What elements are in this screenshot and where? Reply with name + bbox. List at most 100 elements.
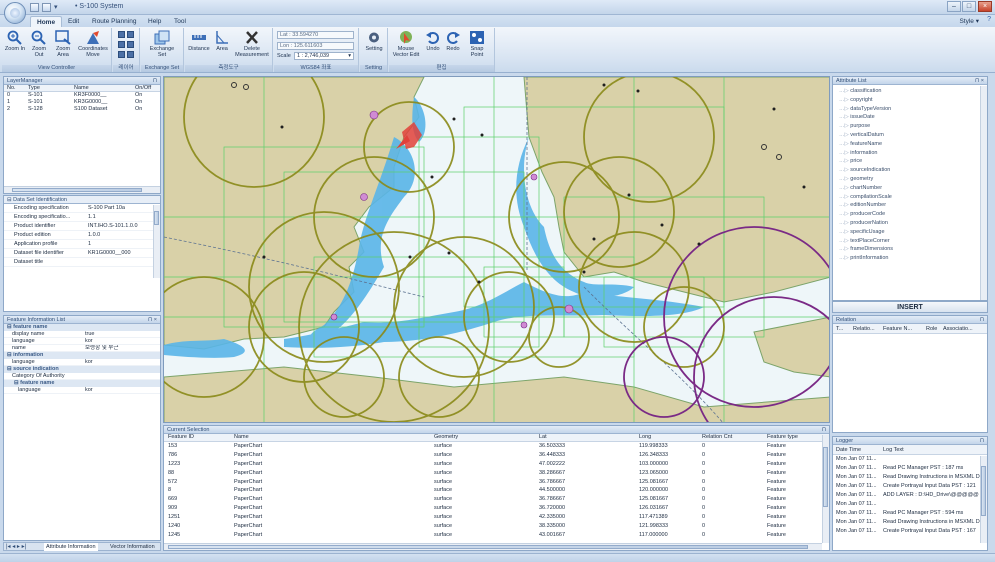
- exchange-set-button[interactable]: Exchange Set: [147, 30, 177, 64]
- dataset-vscrollbar[interactable]: [153, 205, 160, 278]
- style-menu[interactable]: Style ▾: [959, 17, 979, 25]
- zoom-area-button[interactable]: Zoom Area: [52, 30, 74, 64]
- attribute-item[interactable]: …▷ price: [833, 157, 987, 166]
- feature-section-label: source indication: [13, 366, 59, 372]
- attribute-item[interactable]: …▷ producerCode: [833, 210, 987, 219]
- layer-check-icon[interactable]: [118, 41, 125, 48]
- selection-row[interactable]: 1240 PaperChart surface 38.335000 121.998333…: [164, 522, 829, 531]
- close-panel-icon[interactable]: ⊓ ×: [975, 77, 984, 85]
- layer-hscrollbar[interactable]: [4, 186, 160, 193]
- zoom-in-button[interactable]: Zoom In: [4, 30, 26, 64]
- attribute-item[interactable]: …▷ purpose: [833, 122, 987, 131]
- layer-row[interactable]: 0 S-101 KR3F0000__ On: [4, 92, 160, 99]
- selection-row[interactable]: 153 PaperChart surface 36.503333 119.998333 0…: [164, 442, 829, 451]
- selection-vscrollbar[interactable]: [822, 435, 829, 543]
- attribute-item[interactable]: …▷ classification: [833, 87, 987, 96]
- tree-branch-icon: …▷: [839, 105, 851, 112]
- tab-vector-information[interactable]: Vector Information: [110, 543, 155, 551]
- feature-section[interactable]: ⊟ feature name: [4, 380, 160, 387]
- pin-icon[interactable]: ⊓: [980, 437, 984, 445]
- layer-save-icon[interactable]: [127, 51, 134, 58]
- scale-select[interactable]: 1 : 2,746,039 ▾: [294, 52, 354, 60]
- selection-cell: 1240: [168, 523, 181, 530]
- layer-grid-icon[interactable]: [127, 41, 134, 48]
- layer-icon[interactable]: [118, 31, 125, 38]
- layer-row[interactable]: 2 S-128 S100 Dataset On: [4, 106, 160, 113]
- maximize-button[interactable]: □: [962, 1, 976, 12]
- setting-button[interactable]: Setting: [363, 30, 385, 64]
- feature-section[interactable]: ⊟ feature name: [4, 324, 160, 331]
- attribute-item[interactable]: …▷ verticalDatum: [833, 131, 987, 140]
- pin-icon[interactable]: ⊓: [980, 316, 984, 324]
- distance-button[interactable]: Distance: [187, 30, 211, 64]
- tab-edit[interactable]: Edit: [62, 16, 85, 27]
- selection-row[interactable]: 909 PaperChart surface 36.720000 126.031667 0…: [164, 504, 829, 513]
- layer-remove-icon[interactable]: [127, 31, 134, 38]
- selection-row[interactable]: 1251 PaperChart surface 42.335000 117.471389…: [164, 513, 829, 522]
- selection-cell: surface: [434, 523, 453, 530]
- help-icon[interactable]: ?: [987, 16, 991, 23]
- pin-icon[interactable]: ⊓: [822, 426, 826, 434]
- mouse-vector-edit-button[interactable]: Mouse Vector Edit: [391, 30, 421, 64]
- selection-row[interactable]: 88 PaperChart surface 38.286667 123.065000 0 F…: [164, 469, 829, 478]
- selection-hscrollbar[interactable]: [164, 543, 822, 550]
- attribute-item[interactable]: …▷ dataTypeVersion: [833, 105, 987, 114]
- selection-row[interactable]: 8 PaperChart surface 44.500000 120.000000 0 Fe…: [164, 486, 829, 495]
- attribute-item[interactable]: …▷ frameDimensions: [833, 245, 987, 254]
- selection-cell: 44.500000: [539, 487, 565, 494]
- zoom-out-button[interactable]: Zoom Out: [28, 30, 50, 64]
- attribute-item[interactable]: …▷ featureName: [833, 140, 987, 149]
- attribute-item[interactable]: …▷ copyright: [833, 96, 987, 105]
- delete-measurement-button[interactable]: Delete Measurement: [233, 30, 271, 64]
- attribute-item[interactable]: …▷ printInformation: [833, 254, 987, 263]
- layer-cell: 0: [7, 92, 11, 98]
- selection-cell: surface: [434, 460, 453, 467]
- selection-row[interactable]: 786 PaperChart surface 36.448333 126.348333 0…: [164, 451, 829, 460]
- attribute-vscrollbar[interactable]: [980, 86, 987, 300]
- attribute-item[interactable]: …▷ information: [833, 149, 987, 158]
- attribute-item[interactable]: …▷ issueDate: [833, 113, 987, 122]
- tab-route-planning[interactable]: Route Planning: [86, 16, 142, 27]
- layer-row[interactable]: 1 S-101 KR3G0000__ On: [4, 99, 160, 106]
- save-icon[interactable]: [30, 3, 39, 12]
- layer-list-icon[interactable]: [118, 51, 125, 58]
- tab-tool[interactable]: Tool: [168, 16, 192, 27]
- attribute-item[interactable]: …▷ specificUsage: [833, 228, 987, 237]
- logger-vscrollbar[interactable]: [980, 456, 987, 543]
- attribute-item[interactable]: …▷ geometry: [833, 175, 987, 184]
- application-menu-button[interactable]: [4, 2, 26, 24]
- attribute-item[interactable]: …▷ textPlaceCorner: [833, 237, 987, 246]
- selection-cell: surface: [434, 514, 453, 521]
- insert-button[interactable]: INSERT: [832, 301, 988, 313]
- attribute-item[interactable]: …▷ chartNumber: [833, 184, 987, 193]
- selection-row[interactable]: 669 PaperChart surface 36.786667 125.081667 0…: [164, 495, 829, 504]
- redo-button[interactable]: Redo: [444, 30, 462, 64]
- close-panel-icon[interactable]: ⊓ ×: [148, 316, 157, 324]
- snap-point-button[interactable]: Snap Point: [465, 30, 489, 64]
- tab-attribute-information[interactable]: Attribute Information: [44, 543, 98, 551]
- chart-map-view[interactable]: [163, 76, 830, 423]
- tab-nav-arrows[interactable]: |◂ ◂ ▸ ▸|: [6, 543, 26, 551]
- attribute-item[interactable]: …▷ producerNation: [833, 219, 987, 228]
- selection-row[interactable]: 1245 PaperChart surface 43.001667 117.000000…: [164, 531, 829, 540]
- qat-dropdown-icon[interactable]: ▾: [54, 3, 58, 11]
- attribute-item[interactable]: …▷ sourceIndication: [833, 166, 987, 175]
- selection-row[interactable]: 572 PaperChart surface 36.786667 125.081667 0…: [164, 478, 829, 487]
- selection-cell: Feature: [767, 478, 786, 485]
- undo-button[interactable]: Undo: [424, 30, 442, 64]
- minimize-button[interactable]: –: [947, 1, 961, 12]
- open-icon[interactable]: [42, 3, 51, 12]
- tab-help[interactable]: Help: [142, 16, 167, 27]
- feature-section[interactable]: ⊟ information: [4, 352, 160, 359]
- dataset-row: Encoding specificatio... 1.1: [4, 213, 160, 222]
- selection-row[interactable]: 1223 PaperChart surface 47.002222 103.000000…: [164, 460, 829, 469]
- close-button[interactable]: ×: [978, 1, 992, 12]
- feature-section[interactable]: ⊟ source indication: [4, 366, 160, 373]
- tab-home[interactable]: Home: [30, 16, 63, 27]
- attribute-item[interactable]: …▷ editionNumber: [833, 201, 987, 210]
- attribute-item[interactable]: …▷ compilationScale: [833, 193, 987, 202]
- area-button[interactable]: Area: [213, 30, 231, 64]
- dataset-row: Product edition 1.0.0: [4, 231, 160, 240]
- pin-icon[interactable]: ⊓: [153, 77, 157, 85]
- coordinates-move-button[interactable]: Coordinates Move: [78, 30, 108, 64]
